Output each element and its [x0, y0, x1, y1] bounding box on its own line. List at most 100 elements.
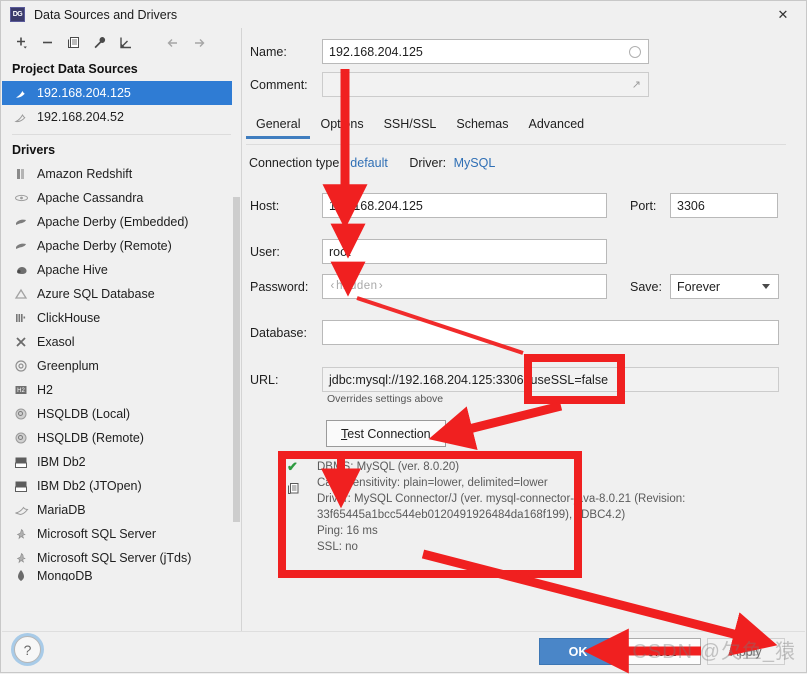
comment-label: Comment: — [250, 77, 308, 92]
password-placeholder: ‹hidden› — [329, 280, 385, 293]
left-panel-scrollbar[interactable] — [232, 57, 241, 634]
close-icon[interactable]: ✕ — [760, 1, 806, 28]
import-icon[interactable] — [112, 31, 138, 55]
data-source-item-192-168-204-125[interactable]: 192.168.204.125 — [2, 81, 241, 105]
hive-icon — [12, 262, 30, 278]
copy-button[interactable] — [60, 31, 86, 55]
driver-label: MongoDB — [37, 570, 93, 581]
save-select[interactable]: Forever — [670, 274, 779, 299]
nav-buttons — [161, 31, 213, 55]
add-button[interactable] — [8, 31, 34, 55]
host-label: Host: — [250, 198, 280, 213]
password-label: Password: — [250, 279, 309, 294]
driver-item-greenplum[interactable]: Greenplum — [2, 354, 241, 378]
connection-type-value[interactable]: default — [350, 156, 388, 170]
user-input[interactable]: root — [322, 239, 607, 264]
name-input[interactable]: 192.168.204.125 — [322, 39, 649, 64]
scrollbar-thumb[interactable] — [233, 197, 240, 522]
hsqldb-icon — [12, 406, 30, 422]
driver-item-mongodb[interactable]: MongoDB — [2, 570, 241, 581]
driver-item-ibm-db2[interactable]: IBM Db2 — [2, 450, 241, 474]
color-swatch-icon[interactable] — [629, 45, 641, 58]
clickhouse-icon — [12, 310, 30, 326]
driver-item-mariadb[interactable]: MariaDB — [2, 498, 241, 522]
driver-item-hsqldb-local[interactable]: HSQLDB (Local) — [2, 402, 241, 426]
name-value: 192.168.204.125 — [329, 44, 423, 59]
result-line-driver-1: Driver: MySQL Connector/J (ver. mysql-co… — [317, 493, 686, 505]
tab-options[interactable]: Options — [310, 111, 373, 139]
title-bar: DG Data Sources and Drivers ✕ — [1, 1, 806, 28]
driver-item-exasol[interactable]: Exasol — [2, 330, 241, 354]
url-label: URL: — [250, 372, 279, 387]
comment-input[interactable]: ↗ — [322, 72, 649, 97]
user-value: root — [329, 244, 351, 259]
driver-item-apache-cassandra[interactable]: Apache Cassandra — [2, 186, 241, 210]
derby-icon — [12, 214, 30, 230]
tab-advanced[interactable]: Advanced — [519, 111, 595, 139]
list-divider — [12, 134, 231, 135]
dialog-window: DG Data Sources and Drivers ✕ Project Da… — [0, 0, 807, 674]
driver-item-apache-hive[interactable]: Apache Hive — [2, 258, 241, 282]
user-label: User: — [250, 244, 280, 259]
tab-schemas[interactable]: Schemas — [446, 111, 518, 139]
driver-item-microsoft-sql-server-jtds[interactable]: Microsoft SQL Server (jTds) — [2, 546, 241, 570]
driver-item-clickhouse[interactable]: ClickHouse — [2, 306, 241, 330]
tab-general[interactable]: General — [246, 111, 311, 139]
close-button[interactable]: Close — [623, 638, 701, 665]
project-data-sources-header: Project Data Sources — [12, 62, 138, 76]
drivers-header: Drivers — [12, 143, 56, 157]
connection-type-label: Connection type: — [249, 156, 343, 170]
host-row: Host: 192.168.204.125 Port: 3306 — [250, 193, 778, 218]
driver-label: HSQLDB (Local) — [37, 407, 131, 421]
driver-label: IBM Db2 (JTOpen) — [37, 479, 142, 493]
driver-item-ibm-db2-jtopen[interactable]: IBM Db2 (JTOpen) — [2, 474, 241, 498]
help-button[interactable]: ? — [14, 636, 41, 663]
cassandra-icon — [12, 190, 30, 206]
greenplum-icon — [12, 358, 30, 374]
test-connection-label: Test Connection — [341, 426, 431, 441]
left-panel-toolbar — [2, 28, 241, 57]
h2-icon: H2 — [12, 382, 30, 398]
driver-label: ClickHouse — [37, 311, 101, 325]
driver-item-amazon-redshift[interactable]: Amazon Redshift — [2, 162, 241, 186]
database-label: Database: — [250, 325, 307, 340]
driver-item-microsoft-sql-server[interactable]: Microsoft SQL Server — [2, 522, 241, 546]
mysql-dolphin-icon — [12, 85, 30, 101]
driver-label: HSQLDB (Remote) — [37, 431, 144, 445]
url-value: jdbc:mysql://192.168.204.125:3306?useSSL… — [329, 372, 609, 387]
apply-button[interactable]: Apply — [707, 638, 785, 665]
test-connection-button[interactable]: Test Connection — [326, 420, 446, 447]
back-button[interactable] — [161, 31, 187, 55]
wrench-icon[interactable] — [86, 31, 112, 55]
driver-item-h2[interactable]: H2 H2 — [2, 378, 241, 402]
expand-icon[interactable]: ↗ — [632, 78, 641, 91]
driver-label: Microsoft SQL Server — [37, 527, 157, 541]
db2-icon — [12, 478, 30, 494]
driver-item-azure-sql-database[interactable]: Azure SQL Database — [2, 282, 241, 306]
driver-label: Greenplum — [37, 359, 99, 373]
driver-item-apache-derby-remote[interactable]: Apache Derby (Remote) — [2, 234, 241, 258]
mysql-dolphin-icon — [12, 109, 30, 125]
datagrip-app-icon: DG — [10, 7, 25, 22]
driver-value[interactable]: MySQL — [454, 156, 496, 170]
tab-ssh-ssl[interactable]: SSH/SSL — [374, 111, 447, 139]
sources-and-drivers-list[interactable]: Project Data Sources 192.168.204.125 192… — [2, 57, 241, 634]
name-row: Name: 192.168.204.125 — [250, 39, 795, 64]
host-input[interactable]: 192.168.204.125 — [322, 193, 607, 218]
ok-button[interactable]: OK — [539, 638, 617, 665]
password-input[interactable]: ‹hidden› — [322, 274, 607, 299]
port-value: 3306 — [677, 198, 705, 213]
port-input[interactable]: 3306 — [670, 193, 778, 218]
tab-bar[interactable]: General Options SSH/SSL Schemas Advanced — [246, 111, 594, 139]
driver-label: Apache Derby (Embedded) — [37, 215, 189, 229]
copy-result-icon[interactable] — [287, 482, 313, 498]
remove-button[interactable] — [34, 31, 60, 55]
database-input[interactable] — [322, 320, 779, 345]
forward-button[interactable] — [187, 31, 213, 55]
driver-item-hsqldb-remote[interactable]: HSQLDB (Remote) — [2, 426, 241, 450]
driver-label: MariaDB — [37, 503, 86, 517]
data-source-item-192-168-204-52[interactable]: 192.168.204.52 — [2, 105, 241, 129]
driver-item-apache-derby-embedded[interactable]: Apache Derby (Embedded) — [2, 210, 241, 234]
url-input[interactable]: jdbc:mysql://192.168.204.125:3306?useSSL… — [322, 367, 779, 392]
exasol-icon — [12, 334, 30, 350]
